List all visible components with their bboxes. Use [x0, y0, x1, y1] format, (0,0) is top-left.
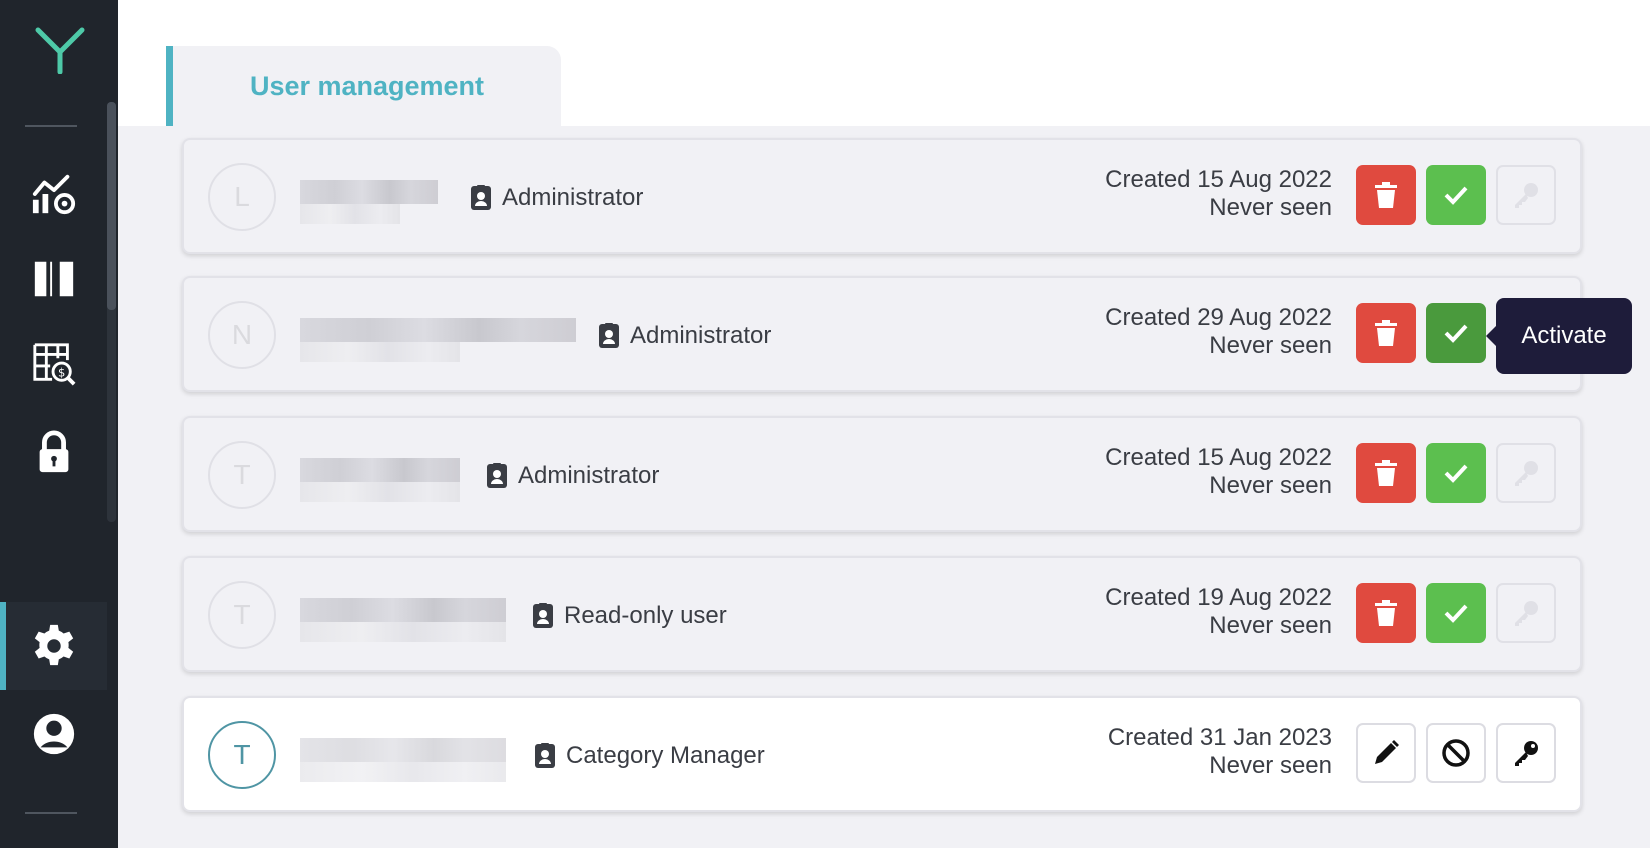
user-name-redacted — [300, 318, 576, 366]
trash-icon — [1375, 182, 1397, 208]
trash-icon — [1375, 320, 1397, 346]
activate-button[interactable] — [1426, 583, 1486, 643]
avatar: T — [208, 441, 276, 509]
user-role: Administrator — [486, 456, 659, 496]
user-name-redacted — [300, 598, 506, 646]
activate-button[interactable] — [1426, 303, 1486, 363]
chart-gear-icon — [32, 174, 75, 215]
user-role: Category Manager — [534, 736, 765, 776]
key-icon — [1515, 461, 1538, 486]
last-seen: Never seen — [1209, 332, 1332, 359]
lock-icon — [39, 430, 68, 473]
role-label: Read-only user — [564, 602, 727, 629]
check-icon — [1444, 186, 1468, 205]
id-badge-icon — [599, 323, 619, 348]
avatar: N — [208, 301, 276, 369]
role-label: Administrator — [630, 322, 772, 349]
tab-user-management[interactable]: User management — [166, 46, 561, 126]
last-seen: Never seen — [1209, 752, 1332, 779]
user-role: Read-only user — [532, 596, 727, 636]
id-badge-icon — [471, 185, 491, 210]
created-date: Created 31 Jan 2023 — [1107, 724, 1332, 751]
user-row: T Read-only user Created 19 Aug 2022 Nev… — [182, 556, 1582, 672]
created-date: Created 29 Aug 2022 — [1105, 304, 1332, 331]
user-row: T Category Manager Created 31 Jan 2023 N… — [182, 696, 1582, 812]
user-meta: Created 19 Aug 2022 Never seen — [1105, 584, 1332, 640]
id-badge-icon — [487, 463, 507, 488]
sidebar-item-layout[interactable] — [0, 235, 107, 323]
key-icon — [1515, 601, 1538, 626]
avatar: L — [208, 163, 276, 231]
sidebar-divider — [25, 812, 77, 814]
last-seen: Never seen — [1209, 612, 1332, 639]
user-role: Administrator — [470, 178, 643, 218]
columns-icon — [34, 261, 73, 297]
role-label: Administrator — [502, 184, 644, 211]
trash-icon — [1375, 600, 1397, 626]
created-date: Created 15 Aug 2022 — [1105, 444, 1332, 471]
user-circle-icon — [33, 713, 74, 755]
sidebar-item-pricing[interactable]: $ — [0, 320, 107, 408]
check-icon — [1444, 464, 1468, 483]
key-icon — [1515, 741, 1538, 766]
delete-button[interactable] — [1356, 303, 1416, 363]
user-meta: Created 15 Aug 2022 Never seen — [1105, 444, 1332, 500]
reset-password-button[interactable] — [1496, 443, 1556, 503]
created-date: Created 19 Aug 2022 — [1105, 584, 1332, 611]
pencil-icon — [1375, 740, 1399, 764]
sidebar-scrollbar-thumb[interactable] — [107, 102, 116, 310]
created-date: Created 15 Aug 2022 — [1105, 166, 1332, 193]
deactivate-button[interactable] — [1426, 723, 1486, 783]
reset-password-button[interactable] — [1496, 723, 1556, 783]
sidebar: $ — [0, 0, 118, 848]
activate-tooltip: Activate — [1486, 298, 1632, 374]
id-badge-icon — [535, 743, 555, 768]
delete-button[interactable] — [1356, 443, 1416, 503]
tab-label: User management — [249, 70, 485, 101]
sidebar-item-security[interactable] — [0, 408, 107, 496]
user-meta: Created 31 Jan 2023 Never seen — [1108, 724, 1332, 780]
check-icon — [1444, 324, 1468, 343]
role-label: Administrator — [518, 462, 660, 489]
activate-button[interactable] — [1426, 165, 1486, 225]
reset-password-button[interactable] — [1496, 165, 1556, 225]
logo-icon — [35, 27, 85, 74]
last-seen: Never seen — [1209, 194, 1332, 221]
svg-text:$: $ — [58, 365, 65, 379]
avatar: T — [208, 581, 276, 649]
reset-password-button[interactable] — [1496, 583, 1556, 643]
user-row: L Administrator Created 15 Aug 2022 Neve… — [182, 138, 1582, 254]
user-name-redacted — [300, 180, 438, 228]
user-meta: Created 29 Aug 2022 Never seen — [1105, 304, 1332, 360]
price-search-icon: $ — [32, 343, 75, 386]
delete-button[interactable] — [1356, 165, 1416, 225]
user-row: T Administrator Created 15 Aug 2022 Neve… — [182, 416, 1582, 532]
sidebar-item-settings[interactable] — [0, 602, 107, 690]
sidebar-divider — [25, 125, 77, 127]
sidebar-item-analytics[interactable] — [0, 150, 107, 238]
user-name-redacted — [300, 458, 460, 506]
user-name-redacted — [300, 738, 506, 786]
edit-button[interactable] — [1356, 723, 1416, 783]
delete-button[interactable] — [1356, 583, 1416, 643]
user-role: Administrator — [598, 316, 771, 356]
user-row: N Administrator Created 29 Aug 2022 Neve… — [182, 276, 1582, 392]
block-icon — [1442, 739, 1470, 767]
user-meta: Created 15 Aug 2022 Never seen — [1105, 166, 1332, 222]
id-badge-icon — [533, 603, 553, 628]
last-seen: Never seen — [1209, 472, 1332, 499]
role-label: Category Manager — [566, 742, 765, 769]
activate-button[interactable] — [1426, 443, 1486, 503]
gear-icon — [34, 624, 73, 666]
key-icon — [1515, 183, 1538, 208]
trash-icon — [1375, 460, 1397, 486]
check-icon — [1444, 604, 1468, 623]
avatar: T — [208, 721, 276, 789]
sidebar-item-profile[interactable] — [0, 690, 107, 778]
